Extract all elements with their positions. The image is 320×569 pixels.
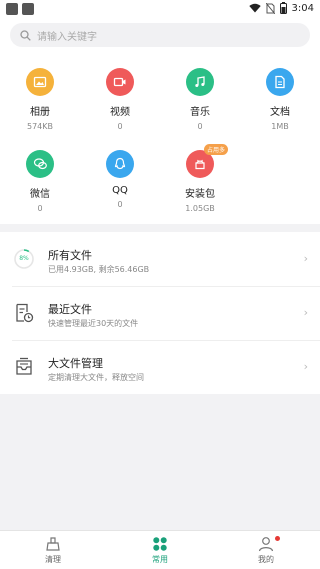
- category-size: 0: [37, 204, 43, 213]
- search-icon: [20, 29, 31, 41]
- category-album[interactable]: 相册 574KB: [0, 68, 80, 131]
- category-name: 音乐: [190, 107, 210, 118]
- no-sim-icon: [265, 2, 275, 14]
- category-size: 0: [117, 122, 123, 131]
- category-wechat[interactable]: 微信 0: [0, 150, 80, 213]
- tab-label: 清理: [45, 555, 61, 564]
- search-input[interactable]: 请输入关键字: [10, 23, 310, 47]
- wechat-icon: [26, 150, 54, 178]
- notification-icon: [6, 3, 18, 15]
- notification-icon: [22, 3, 34, 15]
- tab-common[interactable]: 常用: [107, 531, 213, 569]
- tab-clean[interactable]: 清理: [0, 531, 106, 569]
- usage-badge: 占用多: [204, 144, 229, 155]
- category-name: 安装包: [185, 189, 215, 200]
- category-name: QQ: [112, 185, 128, 196]
- notification-dot: [275, 536, 280, 541]
- list-item-title: 最近文件: [48, 303, 92, 316]
- search-bar-container: 请输入关键字: [0, 18, 320, 52]
- bottom-tab-bar: 清理 常用 我的: [0, 530, 320, 569]
- chevron-right-icon: ›: [303, 252, 308, 265]
- category-qq[interactable]: QQ 0: [80, 150, 160, 209]
- tab-label: 常用: [152, 555, 168, 564]
- status-bar: 3:04: [0, 0, 320, 18]
- category-size: 1.05GB: [185, 204, 215, 213]
- category-video[interactable]: 视频 0: [80, 68, 160, 131]
- music-icon: [186, 68, 214, 96]
- category-size: 0: [197, 122, 203, 131]
- user-icon: [258, 537, 274, 552]
- broom-icon: [46, 537, 60, 551]
- search-placeholder: 请输入关键字: [37, 31, 97, 43]
- category-name: 相册: [30, 107, 50, 118]
- file-management-list: 8% 所有文件 已用4.93GB, 剩余56.46GB › 最近文件 快速管理最…: [0, 232, 320, 394]
- video-icon: [106, 68, 134, 96]
- category-grid: 相册 574KB 视频 0 音乐 0 文档 1MB 微信 0 QQ 0 占用多 …: [0, 52, 320, 224]
- category-docs[interactable]: 文档 1MB: [240, 68, 320, 131]
- list-item-large-files[interactable]: 大文件管理 定期清理大文件，释放空间 ›: [0, 340, 320, 394]
- list-item-desc: 已用4.93GB, 剩余56.46GB: [48, 265, 150, 274]
- wifi-icon: [248, 3, 261, 13]
- status-time: 3:04: [291, 2, 314, 14]
- category-name: 视频: [110, 107, 130, 118]
- category-music[interactable]: 音乐 0: [160, 68, 240, 131]
- list-item-all-files[interactable]: 8% 所有文件 已用4.93GB, 剩余56.46GB ›: [0, 232, 320, 286]
- category-apk[interactable]: 占用多 安装包 1.05GB: [160, 144, 240, 213]
- list-item-desc: 快速管理最近30天的文件: [48, 319, 139, 328]
- category-name: 文档: [270, 107, 290, 118]
- usage-percent: 8%: [19, 255, 29, 262]
- chevron-right-icon: ›: [303, 360, 308, 373]
- list-item-desc: 定期清理大文件，释放空间: [48, 373, 144, 382]
- tab-label: 我的: [258, 555, 274, 564]
- qq-icon: [106, 150, 134, 178]
- category-size: 574KB: [26, 122, 53, 131]
- large-files-icon: [16, 357, 32, 375]
- list-item-recent-files[interactable]: 最近文件 快速管理最近30天的文件 ›: [0, 286, 320, 340]
- category-size: 0: [117, 200, 123, 209]
- list-item-title: 大文件管理: [48, 357, 103, 370]
- tab-mine[interactable]: 我的: [213, 531, 319, 569]
- category-name: 微信: [30, 189, 50, 200]
- battery-icon: [279, 2, 287, 14]
- document-icon: [266, 68, 294, 96]
- recent-files-icon: [16, 303, 34, 323]
- apk-icon: 占用多: [186, 144, 229, 178]
- image-icon: [26, 68, 54, 96]
- chevron-right-icon: ›: [303, 306, 308, 319]
- list-item-title: 所有文件: [48, 249, 92, 262]
- grid-icon: [153, 537, 167, 551]
- category-size: 1MB: [271, 122, 289, 131]
